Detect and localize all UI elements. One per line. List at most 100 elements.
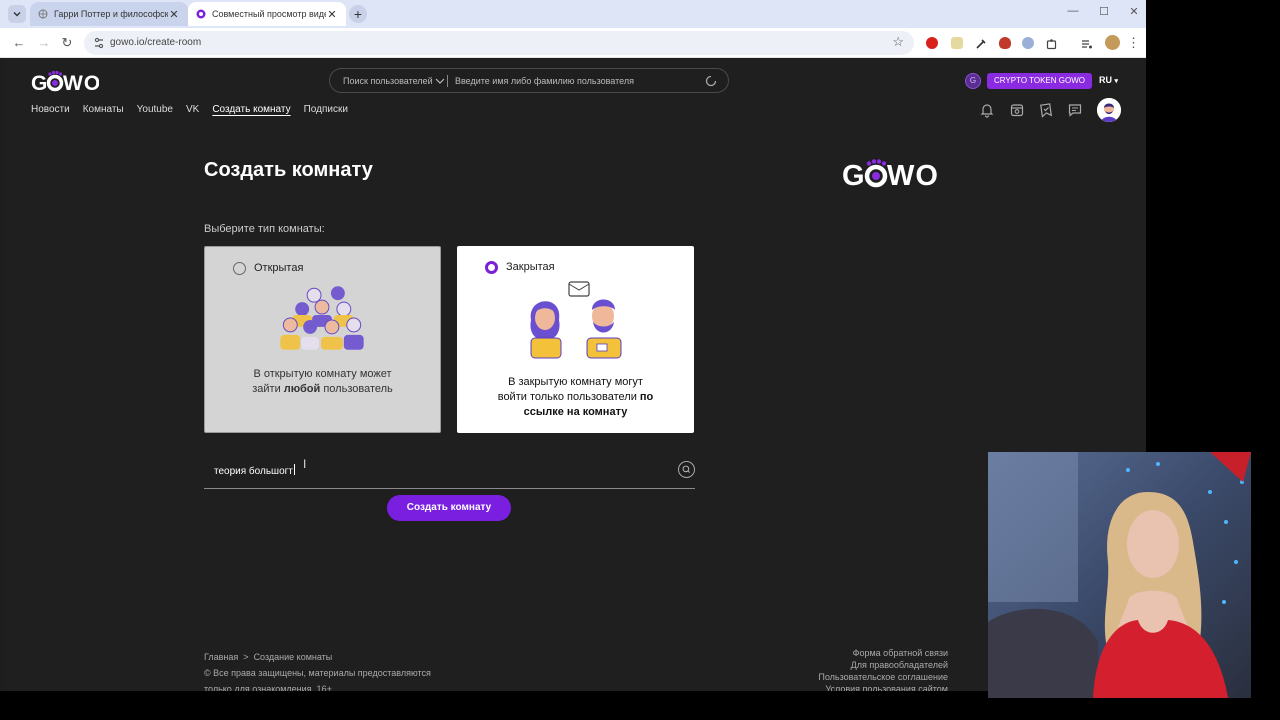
page-title: Создать комнату (204, 159, 373, 181)
webcam-overlay (988, 452, 1251, 698)
tab-strip: Гарри Поттер и философский ✕ Совместный … (0, 0, 1146, 28)
media-control-icon[interactable] (1081, 37, 1093, 49)
back-icon[interactable]: ← (9, 33, 29, 53)
description-bold: ссылке на комнату (523, 406, 628, 418)
description-bold: по (639, 391, 654, 403)
web-page: G WO Поиск пользователей Введите имя либ… (4, 58, 1146, 691)
site-logo[interactable]: G WO (31, 70, 100, 100)
main-nav: Новости Комнаты Youtube VK Создать комна… (31, 104, 348, 115)
nav-vk[interactable]: VK (186, 104, 199, 115)
nav-subscriptions[interactable]: Подписки (304, 104, 348, 115)
chevron-down-icon (13, 12, 21, 17)
crypto-token-button[interactable]: CRYPTO TOKEN GOWO (987, 73, 1092, 89)
tab-label: Гарри Поттер и философский (54, 9, 168, 19)
calendar-icon[interactable] (1009, 102, 1025, 118)
avatar-illustration-icon (1097, 98, 1121, 122)
browser-tab-harry-potter[interactable]: Гарри Поттер и философский ✕ (30, 2, 188, 26)
option-label-closed: Закрытая (506, 261, 555, 273)
site-info-icon[interactable] (92, 36, 106, 50)
search-input[interactable]: Введите имя либо фамилию пользователя (455, 76, 634, 86)
copyright-text: © Все права защищены, материалы предоста… (204, 668, 431, 678)
footer-left: Главная > Создание комнаты © Все права з… (204, 649, 431, 691)
footer-links: Форма обратной связи Для правообладателе… (818, 647, 948, 691)
browser-tab-gowo[interactable]: Совместный просмотр видео ✕ (188, 2, 346, 26)
search-separator (447, 75, 448, 87)
crypto-token[interactable]: G CRYPTO TOKEN GOWO (965, 72, 1092, 90)
bookmark-check-icon[interactable] (1038, 102, 1054, 118)
create-room-button[interactable]: Создать комнату (387, 495, 511, 521)
search-icon[interactable] (678, 461, 695, 478)
gowo-favicon-icon (196, 9, 206, 19)
bookmark-star-icon[interactable]: ☆ (892, 34, 904, 50)
address-bar[interactable]: gowo.io/create-room ☆ (84, 31, 914, 55)
nav-rooms[interactable]: Комнаты (83, 104, 124, 115)
screen: Гарри Поттер и философский ✕ Совместный … (0, 0, 1280, 720)
svg-text:WO: WO (63, 72, 99, 94)
language-selector[interactable]: RU ▾ (1099, 75, 1118, 85)
two-people-with-envelope-illustration (530, 281, 622, 359)
description-line: войти только пользователи по (457, 390, 694, 405)
close-tab-icon[interactable]: ✕ (326, 8, 338, 21)
radio-open[interactable] (233, 262, 246, 275)
extension-icon[interactable] (951, 37, 963, 49)
browser-menu-icon[interactable]: ⋮ (1127, 33, 1140, 53)
svg-text:WO: WO (887, 160, 938, 190)
user-avatar[interactable] (1097, 98, 1121, 122)
footer-link-rightholders[interactable]: Для правообладателей (818, 659, 948, 671)
mouse-ibeam-cursor-icon: I (303, 457, 307, 471)
profile-avatar-icon[interactable] (1105, 35, 1120, 50)
room-name-input[interactable]: теория большогт (214, 464, 295, 477)
close-window-button[interactable]: ✕ (1124, 5, 1144, 18)
option-description-open: В открытую комнату может зайти любой пол… (205, 367, 440, 397)
close-tab-icon[interactable]: ✕ (168, 8, 180, 21)
vpn-extension-icon[interactable] (1022, 37, 1034, 49)
user-search-bar: Поиск пользователей Введите имя либо фам… (329, 68, 729, 93)
description-bold: любой (283, 383, 321, 395)
tab-search-button[interactable] (8, 5, 26, 23)
new-tab-button[interactable]: + (349, 5, 367, 23)
search-icon[interactable] (704, 74, 718, 88)
tab-label: Совместный просмотр видео (212, 9, 326, 19)
room-name-field[interactable]: теория большогт I (204, 453, 695, 489)
footer-link-terms[interactable]: Условия пользования сайтом (818, 683, 948, 691)
option-label-open: Открытая (254, 262, 304, 274)
reload-icon[interactable]: ↻ (57, 33, 77, 53)
puzzle-extensions-icon[interactable] (1046, 37, 1058, 50)
opera-extension-icon[interactable] (926, 37, 938, 49)
language-label: RU (1099, 75, 1112, 85)
description-text: пользователь (320, 383, 393, 395)
gowo-logo-icon: G WO (842, 159, 938, 192)
webcam-person-image (988, 452, 1251, 698)
chat-icon[interactable] (1067, 102, 1083, 118)
browser-window: Гарри Поттер и философский ✕ Совместный … (0, 0, 1146, 691)
nav-news[interactable]: Новости (31, 104, 70, 115)
description-text: зайти (252, 383, 284, 395)
coin-icon: G (965, 73, 981, 89)
footer-link-feedback[interactable]: Форма обратной связи (818, 647, 948, 659)
search-filter-dropdown[interactable]: Поиск пользователей (343, 76, 445, 86)
breadcrumb: Главная > Создание комнаты (204, 649, 431, 665)
breadcrumb-home[interactable]: Главная (204, 652, 238, 662)
maximize-button[interactable]: ☐ (1094, 5, 1114, 18)
footer-link-user-agreement[interactable]: Пользовательское соглашение (818, 671, 948, 683)
eyedropper-extension-icon[interactable] (975, 37, 987, 49)
caret-down-icon: ▾ (1114, 78, 1119, 85)
copyright-text: только для ознакомления. 16+ (204, 684, 332, 691)
nav-youtube[interactable]: Youtube (137, 104, 173, 115)
bell-icon[interactable] (979, 102, 995, 118)
chevron-down-icon (435, 78, 445, 84)
globe-icon (38, 9, 48, 19)
nav-create-room[interactable]: Создать комнату (212, 104, 290, 115)
room-type-open-option[interactable]: Открытая В открытую комнату может зайти … (204, 246, 441, 433)
radio-closed-selected[interactable] (485, 261, 498, 274)
breadcrumb-separator: > (243, 652, 249, 662)
room-type-label: Выберите тип комнаты: (204, 223, 325, 235)
browser-toolbar: ← → ↻ gowo.io/create-room ☆ ⋮ (0, 28, 1146, 58)
room-type-closed-option[interactable]: Закрытая В закрытую комнату могут войти … (457, 246, 694, 433)
forward-icon[interactable]: → (34, 33, 54, 53)
gowo-logo-icon: G WO (31, 70, 100, 95)
shield-extension-icon[interactable] (999, 37, 1011, 49)
description-line: В открытую комнату может (253, 368, 392, 380)
description-line: В закрытую комнату могут (508, 376, 643, 388)
minimize-button[interactable]: — (1063, 5, 1083, 17)
